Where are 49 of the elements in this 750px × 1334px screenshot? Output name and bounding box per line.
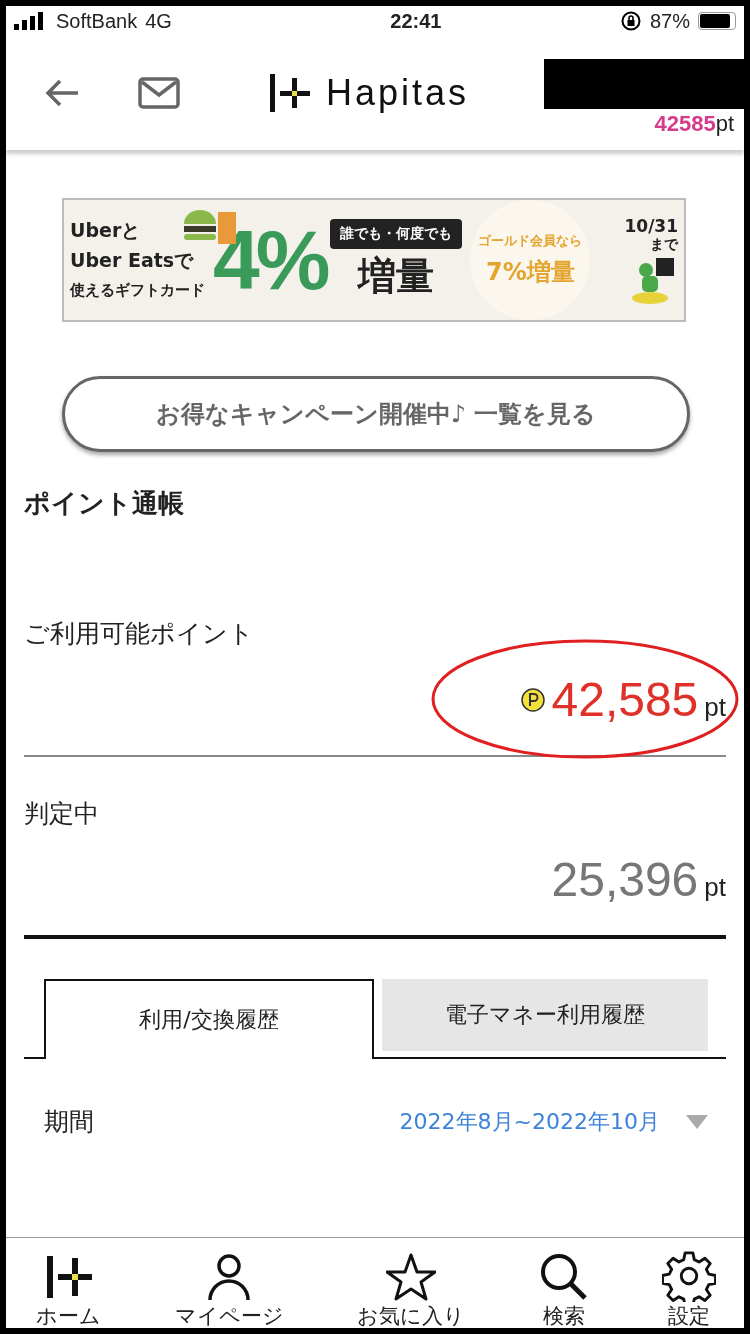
banner-text: Uberと — [70, 218, 142, 243]
balance-label: ご利用可能ポイント — [24, 618, 255, 650]
nav-label: 設定 — [668, 1304, 710, 1328]
period-dropdown[interactable]: 2022年8月~2022年10月 — [399, 1106, 708, 1137]
nav-item[interactable]: お気に入り — [357, 1238, 465, 1328]
nav-item[interactable]: マイページ — [174, 1238, 284, 1328]
banner-big-rate: 4% — [213, 211, 327, 309]
nav-label: ホーム — [36, 1304, 101, 1328]
nav-item[interactable]: 設定 — [662, 1238, 716, 1328]
battery-icon — [698, 12, 736, 30]
balance-unit: pt — [704, 872, 726, 903]
network-type: 4G — [145, 9, 172, 33]
points-unit: pt — [715, 111, 734, 136]
logo-icon — [270, 74, 312, 112]
banner-text: 増量 — [358, 252, 435, 300]
rotation-lock-icon — [619, 10, 642, 32]
nav-label: マイページ — [174, 1304, 284, 1328]
search-icon — [538, 1252, 589, 1302]
points-value: 42585 — [654, 111, 716, 136]
banner-text: 7%増量 — [486, 257, 575, 288]
balance-value: 25,396 — [551, 852, 699, 907]
mail-icon[interactable] — [138, 77, 180, 109]
banner-text: 使えるギフトカード — [70, 280, 205, 301]
logo-text: Hapitas — [326, 72, 470, 114]
star-icon — [386, 1252, 436, 1302]
settings-icon — [662, 1250, 716, 1302]
banner-deadline: 10/31 — [624, 216, 678, 236]
banner-text: ゴールド会員なら — [478, 232, 583, 250]
point-coin-icon — [519, 686, 546, 713]
clock-time: 22:41 — [390, 9, 442, 33]
banner-text: Uber Eatsで — [70, 248, 195, 273]
section-title: ポイント通帳 — [24, 487, 185, 520]
dropdown-caret-icon — [686, 1114, 708, 1129]
campaign-button[interactable]: お得なキャンペーン開催中♪ 一覧を見る — [62, 376, 690, 452]
nav-label: 検索 — [542, 1304, 585, 1328]
period-label: 期間 — [44, 1106, 94, 1138]
carrier-name: SoftBank — [56, 9, 138, 33]
balance-unit: pt — [704, 692, 726, 723]
banner-text: まで — [650, 236, 678, 254]
history-tab[interactable]: 電子マネー利用履歴 — [382, 979, 708, 1051]
nav-label: お気に入り — [357, 1304, 465, 1328]
balance-value: 42,585 — [551, 672, 699, 727]
back-arrow-icon[interactable] — [44, 78, 80, 108]
balance-label: 判定中 — [24, 798, 100, 830]
history-tab[interactable]: 利用/交換履歴 — [44, 979, 374, 1059]
banner-bubble: 誰でも・何度でも — [330, 218, 463, 249]
battery-percent: 87% — [649, 9, 690, 33]
nav-item[interactable]: 検索 — [538, 1238, 589, 1328]
nav-item[interactable]: ホーム — [36, 1238, 101, 1328]
